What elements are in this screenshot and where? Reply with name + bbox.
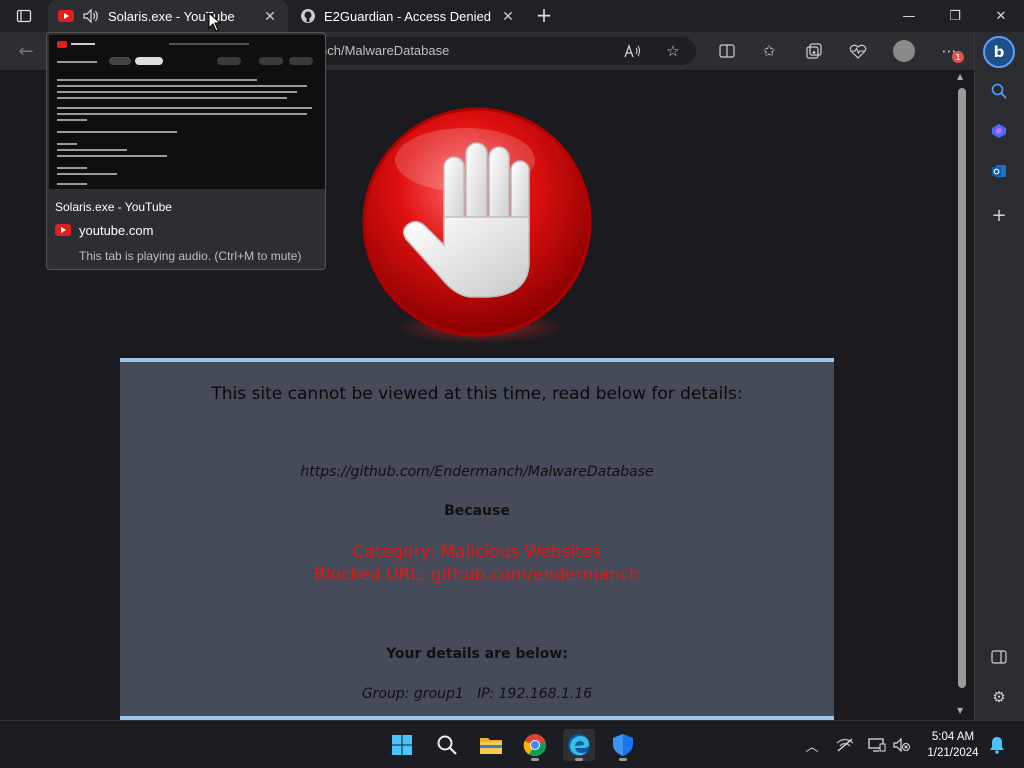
browser-essentials-icon[interactable]	[847, 40, 869, 62]
tab-youtube[interactable]: Solaris.exe - YouTube ✕	[48, 0, 288, 32]
hide-sidebar-icon[interactable]	[988, 646, 1010, 668]
copilot-app-icon[interactable]	[988, 120, 1010, 142]
close-tab-icon[interactable]: ✕	[262, 8, 278, 24]
youtube-icon	[55, 224, 71, 236]
because-label: Because	[444, 503, 510, 519]
scrollbar-thumb[interactable]	[958, 88, 966, 688]
tab-title: Solaris.exe - YouTube	[108, 8, 235, 24]
stop-hand-icon	[360, 105, 594, 339]
block-notice-panel: This site cannot be viewed at this time,…	[120, 358, 834, 720]
taskbar: ︿ 5:04 AM 1/21/2024	[0, 720, 1024, 768]
file-explorer-icon[interactable]	[475, 729, 507, 761]
preview-thumbnail	[49, 35, 325, 189]
notification-bell-icon[interactable]	[988, 735, 1006, 755]
outlook-icon[interactable]	[988, 160, 1010, 182]
notification-badge: 1	[952, 51, 964, 63]
tab-strip: Solaris.exe - YouTube ✕ E2Guardian - Acc…	[0, 0, 1024, 32]
clock-date: 1/21/2024	[927, 747, 979, 759]
edge-sidebar: b + ⚙	[974, 32, 1024, 720]
details-heading: Your details are below:	[386, 646, 568, 662]
system-clock[interactable]: 5:04 AM 1/21/2024	[918, 729, 988, 761]
youtube-icon	[58, 8, 74, 24]
windows-start-icon[interactable]	[386, 729, 418, 761]
close-window-button[interactable]: ✕	[978, 0, 1024, 32]
network-icon[interactable]	[834, 735, 856, 755]
desktop-screen: Solaris.exe - YouTube ✕ E2Guardian - Acc…	[0, 0, 1024, 768]
scroll-down-arrow-icon[interactable]: ▼	[957, 706, 963, 715]
add-sidebar-app-icon[interactable]: +	[988, 204, 1010, 226]
volume-muted-icon[interactable]	[891, 735, 913, 755]
tab-hover-preview: Solaris.exe - YouTube youtube.com This t…	[46, 32, 326, 270]
preview-title: Solaris.exe - YouTube	[55, 200, 172, 214]
mouse-cursor-icon	[208, 11, 222, 32]
preview-domain: youtube.com	[79, 223, 154, 238]
chrome-icon[interactable]	[519, 729, 551, 761]
read-aloud-icon[interactable]	[622, 40, 644, 62]
collections-icon[interactable]	[803, 40, 825, 62]
group-ip-info: Group: group1 IP: 192.168.1.16	[361, 686, 593, 702]
favorite-star-icon[interactable]: ☆	[662, 40, 684, 62]
tab-title: E2Guardian - Access Denied	[324, 8, 491, 24]
favorites-icon[interactable]: ✩	[758, 40, 780, 62]
github-icon	[300, 8, 316, 24]
split-screen-icon[interactable]	[716, 40, 738, 62]
windows-security-icon[interactable]	[607, 729, 639, 761]
preview-audio-note: This tab is playing audio. (Ctrl+M to mu…	[79, 249, 302, 263]
settings-gear-icon[interactable]: ⚙	[988, 686, 1010, 708]
scroll-up-arrow-icon[interactable]: ▲	[957, 72, 963, 81]
search-icon[interactable]	[431, 729, 463, 761]
new-tab-button[interactable]: +	[533, 3, 555, 27]
search-icon[interactable]	[988, 80, 1010, 102]
blocked-page-url: https://github.com/Endermanch/MalwareDat…	[300, 464, 654, 480]
close-tab-icon[interactable]: ✕	[500, 8, 516, 24]
block-heading: This site cannot be viewed at this time,…	[211, 384, 743, 404]
tab-e2guardian[interactable]: E2Guardian - Access Denied ✕	[290, 0, 526, 32]
restore-button[interactable]: ❐	[932, 0, 978, 32]
profile-avatar[interactable]	[893, 40, 915, 62]
blocked-url-rule: Blocked URL: github.com/endermanch	[314, 565, 640, 585]
block-category: Category: Malicious Websites	[352, 542, 602, 562]
back-arrow-icon[interactable]: ←	[14, 40, 38, 62]
address-text: nch/MalwareDatabase	[320, 43, 450, 58]
chevron-up-icon[interactable]: ︿	[801, 735, 823, 755]
edge-icon[interactable]	[563, 729, 595, 761]
tab-actions-icon[interactable]	[10, 6, 38, 26]
minimize-button[interactable]: —	[886, 0, 932, 32]
copilot-icon[interactable]: b	[983, 36, 1015, 68]
page-scrollbar[interactable]: ▲ ▼	[954, 70, 970, 720]
display-icon[interactable]	[866, 735, 888, 755]
clock-time: 5:04 AM	[931, 731, 975, 743]
speaker-icon[interactable]	[82, 8, 100, 24]
